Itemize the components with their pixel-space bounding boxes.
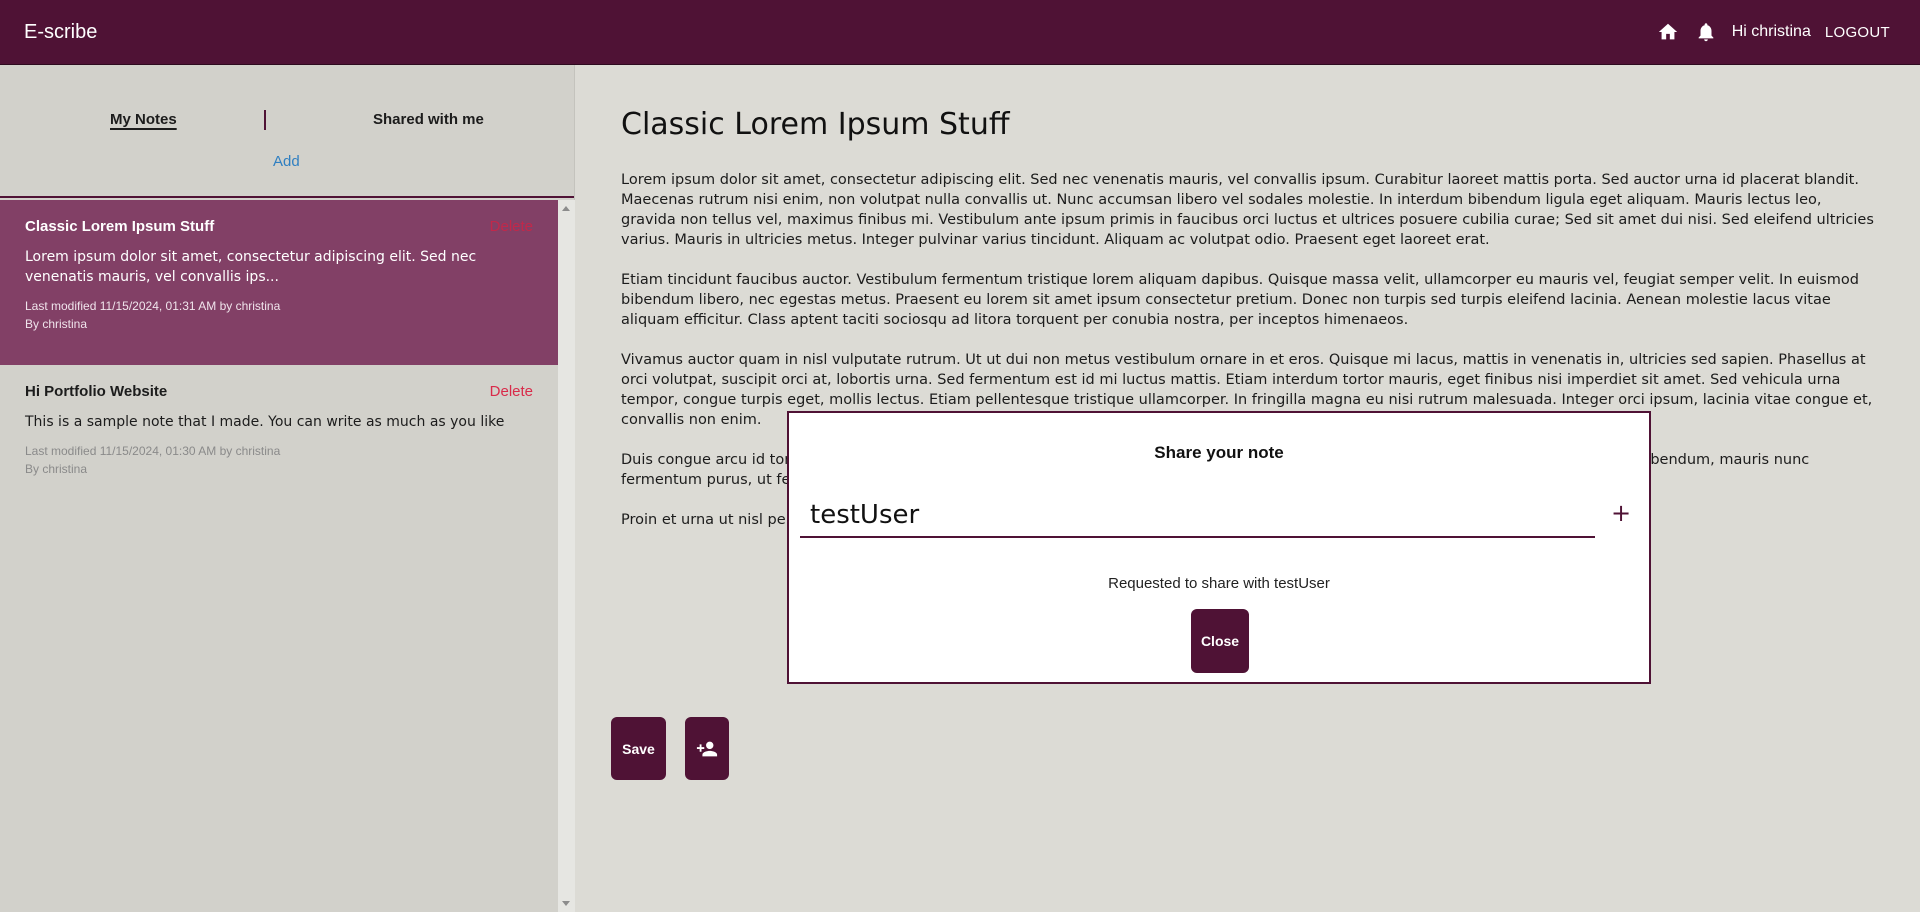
note-item-active[interactable]: Classic Lorem Ipsum Stuff Delete Lorem i… (0, 200, 558, 365)
share-note-button[interactable] (685, 717, 729, 780)
share-modal: Share your note + Requested to share wit… (787, 411, 1651, 684)
app-header: E-scribe Hi christina LOGOUT (0, 0, 1920, 65)
note-title: Classic Lorem Ipsum Stuff (25, 218, 215, 235)
note-author: By christina (25, 317, 88, 331)
tab-divider (264, 110, 266, 130)
note-preview: Lorem ipsum dolor sit amet, consectetur … (25, 249, 477, 285)
close-modal-button[interactable]: Close (1191, 609, 1249, 673)
user-greeting: Hi christina (1731, 23, 1811, 40)
note-heading[interactable]: Classic Lorem Ipsum Stuff (621, 107, 1010, 142)
note-modified: Last modified 11/15/2024, 01:31 AM by ch… (25, 299, 281, 313)
add-note-link[interactable]: Add (273, 153, 300, 170)
header-actions: Hi christina LOGOUT (1656, 20, 1896, 44)
logout-button[interactable]: LOGOUT (1825, 24, 1890, 41)
person-add-icon (696, 741, 718, 756)
tab-shared-with-me[interactable]: Shared with me (373, 111, 484, 128)
tab-my-notes[interactable]: My Notes (110, 111, 177, 128)
delete-note-button[interactable]: Delete (490, 383, 533, 400)
home-icon[interactable] (1656, 20, 1680, 44)
note-meta: Last modified 11/15/2024, 01:30 AM by ch… (25, 442, 533, 478)
bell-icon[interactable] (1694, 20, 1718, 44)
share-status-message: Requested to share with testUser (1108, 575, 1330, 592)
note-meta: Last modified 11/15/2024, 01:31 AM by ch… (25, 297, 533, 333)
note-author: By christina (25, 462, 88, 476)
scroll-up-icon[interactable] (562, 206, 570, 211)
note-preview: This is a sample note that I made. You c… (25, 414, 505, 430)
note-title: Hi Portfolio Website (25, 383, 168, 400)
app-brand[interactable]: E-scribe (24, 21, 97, 44)
delete-note-button[interactable]: Delete (490, 218, 533, 235)
notes-scrollbar[interactable] (558, 200, 575, 912)
note-paragraph: Lorem ipsum dolor sit amet, consectetur … (621, 172, 1874, 248)
sidebar-tabs: My Notes Shared with me Add (0, 65, 574, 198)
note-item[interactable]: Hi Portfolio Website Delete This is a sa… (0, 365, 558, 530)
share-username-input[interactable] (800, 493, 1595, 538)
save-button[interactable]: Save (611, 717, 666, 780)
scroll-down-icon[interactable] (562, 901, 570, 906)
modal-title: Share your note (1154, 443, 1284, 462)
note-modified: Last modified 11/15/2024, 01:30 AM by ch… (25, 444, 281, 458)
notes-list: Classic Lorem Ipsum Stuff Delete Lorem i… (0, 200, 558, 912)
add-share-user-icon[interactable]: + (1611, 499, 1631, 527)
note-paragraph: Etiam tincidunt faucibus auctor. Vestibu… (621, 272, 1860, 328)
notes-sidebar: My Notes Shared with me Add Classic Lore… (0, 65, 575, 912)
